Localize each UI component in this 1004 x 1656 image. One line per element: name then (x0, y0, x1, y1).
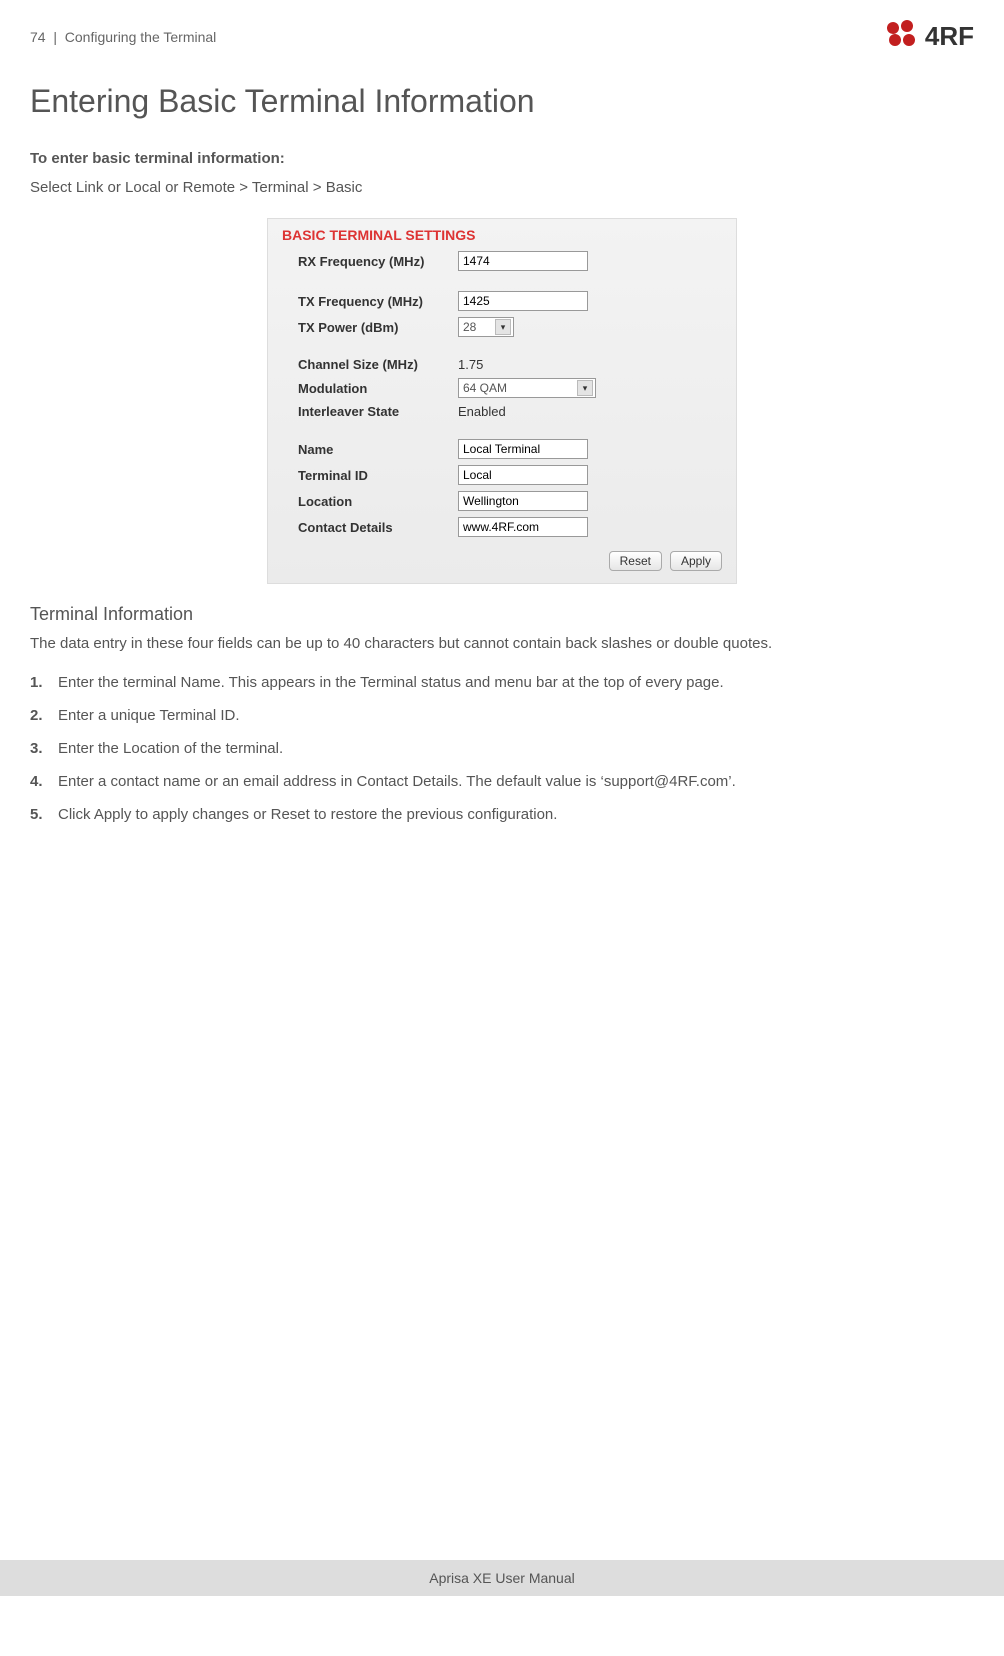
settings-panel: BASIC TERMINAL SETTINGS RX Frequency (MH… (267, 218, 737, 584)
terminal-id-input[interactable] (458, 465, 588, 485)
rx-freq-label: RX Frequency (MHz) (282, 254, 458, 269)
list-item: 3. Enter the Location of the terminal. (30, 740, 974, 757)
step-number: 1. (30, 674, 58, 691)
terminal-id-label: Terminal ID (282, 468, 458, 483)
step-text: Enter a unique Terminal ID. (58, 707, 240, 724)
logo-icon (885, 20, 919, 53)
apply-button[interactable]: Apply (670, 551, 722, 571)
panel-title: BASIC TERMINAL SETTINGS (282, 227, 722, 243)
logo-text: 4RF (925, 21, 974, 52)
list-item: 4. Enter a contact name or an email addr… (30, 773, 974, 790)
name-input[interactable] (458, 439, 588, 459)
interleaver-label: Interleaver State (282, 404, 458, 419)
modulation-value: 64 QAM (463, 381, 507, 395)
step-text: Enter a contact name or an email address… (58, 773, 736, 790)
section-name: Configuring the Terminal (65, 29, 217, 45)
name-label: Name (282, 442, 458, 457)
step-number: 2. (30, 707, 58, 724)
intro-text: Select Link or Local or Remote > Termina… (30, 177, 974, 198)
step-text: Enter the Location of the terminal. (58, 740, 283, 757)
page-number: 74 (30, 29, 46, 45)
list-item: 5. Click Apply to apply changes or Reset… (30, 806, 974, 823)
interleaver-value: Enabled (458, 404, 506, 419)
step-number: 5. (30, 806, 58, 823)
channel-size-label: Channel Size (MHz) (282, 357, 458, 372)
tx-power-select[interactable]: 28 ▾ (458, 317, 514, 337)
tx-freq-label: TX Frequency (MHz) (282, 294, 458, 309)
tx-freq-input[interactable] (458, 291, 588, 311)
chevron-down-icon: ▾ (495, 319, 511, 335)
step-number: 4. (30, 773, 58, 790)
brand-logo: 4RF (885, 20, 974, 53)
channel-size-value: 1.75 (458, 357, 483, 372)
modulation-label: Modulation (282, 381, 458, 396)
chevron-down-icon: ▾ (577, 380, 593, 396)
list-item: 1. Enter the terminal Name. This appears… (30, 674, 974, 691)
reset-button[interactable]: Reset (609, 551, 662, 571)
step-number: 3. (30, 740, 58, 757)
tx-power-value: 28 (463, 320, 476, 334)
section-body: The data entry in these four fields can … (30, 633, 974, 654)
section-heading: Terminal Information (30, 604, 974, 625)
list-item: 2. Enter a unique Terminal ID. (30, 707, 974, 724)
contact-label: Contact Details (282, 520, 458, 535)
page-title: Entering Basic Terminal Information (30, 83, 974, 120)
location-input[interactable] (458, 491, 588, 511)
rx-freq-input[interactable] (458, 251, 588, 271)
location-label: Location (282, 494, 458, 509)
modulation-select[interactable]: 64 QAM ▾ (458, 378, 596, 398)
page-header: 74 | Configuring the Terminal 4RF (30, 20, 974, 53)
step-text: Click Apply to apply changes or Reset to… (58, 806, 557, 823)
step-list: 1. Enter the terminal Name. This appears… (30, 674, 974, 823)
step-text: Enter the terminal Name. This appears in… (58, 674, 724, 691)
tx-power-label: TX Power (dBm) (282, 320, 458, 335)
contact-input[interactable] (458, 517, 588, 537)
page-footer: Aprisa XE User Manual (0, 1560, 1004, 1596)
header-breadcrumb: 74 | Configuring the Terminal (30, 29, 216, 45)
intro-heading: To enter basic terminal information: (30, 150, 974, 167)
